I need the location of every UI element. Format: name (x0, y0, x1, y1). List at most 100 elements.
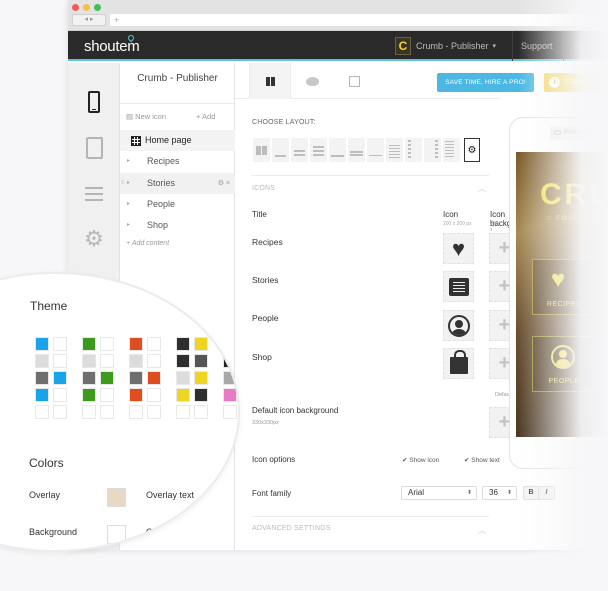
grid-icon (131, 136, 141, 146)
preview-tile[interactable]: PEOPLE (532, 336, 594, 392)
gear-icon: ⚙ (84, 226, 104, 251)
theme-palette[interactable] (129, 337, 161, 419)
icon-upload[interactable] (443, 348, 474, 379)
close-window-button[interactable] (72, 4, 79, 11)
color-swatch (147, 405, 161, 419)
publish-label: PUBLISH (564, 79, 592, 86)
page-item[interactable]: ▸ People (120, 194, 235, 215)
chevron-down-icon: ▾ (492, 43, 497, 50)
collapse-icons-button[interactable]: ︿ (478, 183, 486, 194)
theme-palette[interactable] (82, 337, 114, 419)
icon-row-title: Stories (252, 275, 279, 285)
add-page-button[interactable]: + Add (196, 112, 215, 121)
add-content-link[interactable]: + Add content (126, 240, 169, 247)
overlay-color-swatch[interactable] (107, 488, 126, 507)
layout-option[interactable] (291, 138, 308, 162)
tab-layout[interactable] (249, 63, 291, 99)
shoutem-logo[interactable]: shoutem (84, 33, 140, 55)
maximize-window-button[interactable] (94, 4, 101, 11)
app-switcher[interactable]: C Crumb - Publisher ▾ (395, 37, 496, 55)
preview-tile[interactable]: ♥ RECIPES (532, 259, 594, 315)
layout-option[interactable] (310, 138, 327, 162)
toggle-advanced-button[interactable]: ︿ (478, 525, 486, 536)
bold-button[interactable]: B (524, 487, 539, 499)
page-home[interactable]: Home page (120, 130, 235, 151)
font-family-select[interactable]: Arial ⬍ (401, 486, 477, 500)
icon-upload[interactable] (443, 271, 474, 302)
rail-item-tablet[interactable] (80, 134, 108, 162)
preview-tile-label: RECIPES (546, 301, 582, 308)
preview-tile-label: PEOPLE (548, 378, 580, 385)
layout-option[interactable] (272, 138, 289, 162)
chevron-right-icon: ▸ (127, 201, 131, 207)
theme-palette[interactable] (176, 337, 208, 419)
new-icon-button[interactable]: ▤ New icon (126, 112, 166, 121)
layout-option[interactable] (329, 138, 346, 162)
rail-item-phone[interactable] (80, 88, 108, 116)
icon-upload[interactable]: ♥ (443, 233, 474, 264)
back-forward-buttons[interactable]: ◂ ▸ (72, 14, 106, 26)
rail-item-list[interactable] (80, 180, 108, 208)
italic-button[interactable]: I (539, 487, 554, 499)
preview-screen: CRUMB ✩ FOOD PUBLISHER ♥ RECIPES PEOPLE (516, 152, 608, 437)
hire-pro-button[interactable]: SAVE TIME, HIRE A PRO! (437, 73, 534, 92)
tab-theme[interactable] (291, 63, 333, 99)
preview-button[interactable]: PREVIEW (550, 126, 608, 140)
color-swatch (35, 371, 49, 385)
layout-option[interactable] (386, 138, 403, 162)
user-menu[interactable]: ss (574, 41, 583, 51)
color-swatch (147, 371, 161, 385)
layout-option[interactable] (424, 138, 441, 162)
tab-images[interactable] (333, 63, 375, 99)
preview-label: PREVIEW (564, 129, 597, 136)
icon-row-title: People (252, 313, 279, 323)
phone-icon (88, 91, 100, 113)
minimize-window-button[interactable] (83, 4, 90, 11)
color-swatch (194, 405, 208, 419)
layout-option[interactable] (367, 138, 384, 162)
layout-option[interactable] (348, 138, 365, 162)
icon-row-title: Recipes (252, 237, 283, 247)
icon-options-label: Icon options (252, 455, 296, 464)
divider (120, 103, 235, 104)
rail-item-settings[interactable]: ⚙ (80, 225, 108, 253)
layout-option[interactable] (253, 138, 270, 162)
chevron-right-icon: ▸ (127, 158, 131, 164)
theme-title: Theme (30, 299, 68, 313)
publish-button[interactable]: i PUBLISH (544, 73, 608, 92)
divider (251, 516, 489, 517)
drag-handle-icon[interactable]: ≡ (121, 173, 125, 194)
layout-option[interactable] (443, 138, 460, 162)
browser-chrome: ◂ ▸ + (68, 0, 608, 31)
theme-palette[interactable] (35, 337, 67, 419)
theme-palette[interactable] (223, 337, 238, 419)
color-swatch (176, 405, 190, 419)
person-icon (551, 345, 575, 369)
color-swatch (176, 337, 190, 351)
page-item[interactable]: ≡ ▸ Stories ⚙ × (120, 173, 235, 194)
page-item[interactable]: ▸ Shop (120, 215, 235, 236)
color-swatch (53, 337, 67, 351)
page-actions[interactable]: ⚙ × (218, 173, 230, 194)
support-link[interactable]: Support (521, 41, 553, 51)
show-icon-checkbox[interactable]: ✔ Show icon (402, 456, 439, 464)
divider (512, 31, 513, 61)
layout-picker: ⚙ (253, 138, 480, 162)
heart-icon: ♥ (551, 266, 566, 293)
preview-app-subtitle: ✩ FOOD PUBLISHER (546, 215, 608, 222)
font-size-value: 36 (489, 488, 498, 497)
layout-settings-button[interactable]: ⚙ (464, 138, 480, 162)
address-bar[interactable]: + (110, 14, 608, 26)
font-size-select[interactable]: 36 ⬍ (482, 486, 517, 500)
text-format-group: B I (523, 486, 555, 500)
theme-magnifier: Theme Colors Overlay Overlay text Backgr… (0, 272, 240, 552)
image-icon (348, 75, 360, 87)
background-color-swatch[interactable] (107, 525, 126, 544)
page-item[interactable]: ▸ Recipes (120, 151, 235, 172)
page-label: Home page (145, 135, 192, 145)
show-text-checkbox[interactable]: ✔ Show text (464, 456, 500, 464)
icon-upload[interactable] (443, 310, 474, 341)
layout-option[interactable] (405, 138, 422, 162)
color-swatch (223, 388, 237, 402)
advanced-settings-label: ADVANCED SETTINGS (252, 525, 331, 532)
